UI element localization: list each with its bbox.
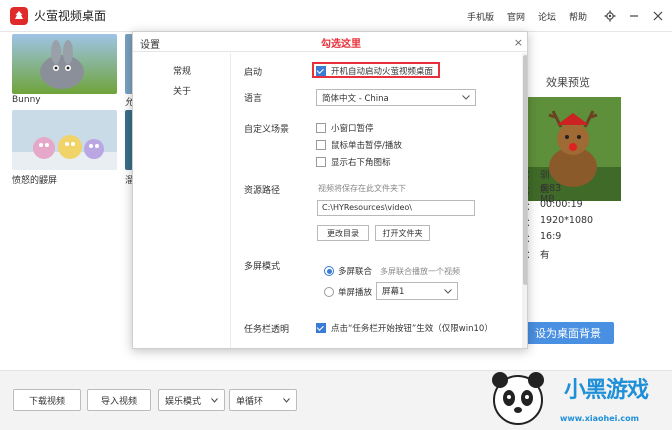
dialog-title: 设置: [140, 40, 160, 51]
multiscreen-joint-label: 多屏联合: [338, 267, 373, 277]
chevron-down-icon: [462, 95, 470, 100]
loop-select[interactable]: 单循环: [229, 389, 297, 411]
click-pause-label: 鼠标单击暂停/播放: [331, 141, 402, 151]
nav-mobile-link[interactable]: 手机版: [467, 10, 494, 23]
language-select-value: 简体中文 - China: [322, 93, 389, 104]
screen-select[interactable]: 屏幕1: [376, 282, 458, 300]
taskbar-transparent-option: 点击“任务栏开始按钮”生效（仅限win10）: [331, 324, 493, 334]
close-window-icon[interactable]: [648, 6, 668, 26]
video-label: 愤怒的鼹屏: [12, 176, 58, 186]
settings-sidebar: 常规 关于: [133, 53, 231, 348]
annotation-note: 勾选这里: [321, 39, 361, 50]
open-folder-button[interactable]: 打开文件夹: [375, 225, 430, 241]
tray-icon-checkbox[interactable]: [316, 157, 326, 167]
multiscreen-joint-radio[interactable]: [324, 266, 334, 276]
nav-help-link[interactable]: 帮助: [569, 10, 587, 23]
dialog-scrollbar[interactable]: [522, 53, 527, 348]
taskbar-transparent-checkbox[interactable]: [316, 323, 326, 333]
scrollbar-thumb[interactable]: [523, 55, 527, 285]
top-nav: 手机版 官网 论坛 帮助: [467, 0, 672, 32]
single-screen-radio[interactable]: [324, 287, 334, 297]
tray-icon-row[interactable]: 显示右下角图标: [316, 156, 391, 168]
tab-general[interactable]: 常规: [133, 64, 231, 80]
minimize-icon[interactable]: [624, 6, 644, 26]
multiscreen-joint-hint: 多屏联合播放一个视频: [380, 266, 461, 276]
single-screen-row[interactable]: 单屏播放: [324, 286, 372, 298]
import-video-button[interactable]: 导入视频: [87, 389, 151, 411]
watermark-url: www.xiaohei.com: [560, 414, 639, 423]
video-thumbnail-bunny[interactable]: [12, 34, 117, 94]
watermark-text: 小黑游戏: [564, 378, 649, 403]
language-label: 语言: [244, 94, 263, 104]
close-icon[interactable]: ×: [514, 36, 523, 49]
small-window-pause-label: 小窗口暂停: [331, 124, 374, 134]
loop-select-value: 单循环: [236, 396, 264, 407]
autostart-checkbox[interactable]: [316, 66, 326, 76]
click-pause-checkbox[interactable]: [316, 140, 326, 150]
video-thumbnail-birds[interactable]: [12, 110, 117, 170]
small-window-pause-row[interactable]: 小窗口暂停: [316, 122, 374, 134]
startup-label: 启动: [244, 68, 263, 78]
dialog-header: 设置 勾选这里 ×: [133, 32, 527, 52]
resource-path-input[interactable]: C:\HYResources\video\: [317, 200, 475, 216]
preview-title: 效果预览: [546, 76, 590, 89]
mode-select[interactable]: 娱乐模式: [158, 389, 225, 411]
settings-dialog: 设置 勾选这里 × 常规 关于 启动 开机自动启动火萤视频桌面 语言 简体中文 …: [132, 31, 528, 349]
app-logo-icon: [10, 6, 28, 25]
resource-path-label: 资源路径: [244, 186, 281, 196]
set-wallpaper-button[interactable]: 设为桌面背景: [522, 322, 614, 344]
small-window-pause-checkbox[interactable]: [316, 123, 326, 133]
multiscreen-joint-row[interactable]: 多屏联合 多屏联合播放一个视频: [324, 265, 460, 277]
autostart-label: 开机自动启动火萤视频桌面: [331, 67, 434, 77]
multiscreen-label: 多屏模式: [244, 262, 281, 272]
resource-path-hint: 视频将保存在此文件夹下: [318, 184, 406, 193]
taskbar-transparent-row[interactable]: 点击“任务栏开始按钮”生效（仅限win10）: [316, 322, 493, 334]
chevron-down-icon: [211, 397, 218, 403]
nav-official-link[interactable]: 官网: [507, 10, 525, 23]
mode-select-value: 娱乐模式: [165, 396, 202, 407]
custom-scene-label: 自定义场景: [244, 125, 290, 135]
change-directory-button[interactable]: 更改目录: [317, 225, 369, 241]
autostart-checkbox-row[interactable]: 开机自动启动火萤视频桌面: [316, 65, 433, 77]
language-select[interactable]: 简体中文 - China: [316, 89, 476, 106]
settings-content: 启动 开机自动启动火萤视频桌面 语言 简体中文 - China 自定义场景 小窗…: [232, 53, 522, 348]
tray-icon-label: 显示右下角图标: [331, 158, 391, 168]
nav-forum-link[interactable]: 论坛: [538, 10, 556, 23]
screen-select-value: 屏幕1: [382, 287, 405, 297]
taskbar-transparent-label: 任务栏透明: [244, 325, 290, 335]
tab-about[interactable]: 关于: [133, 84, 231, 100]
chevron-down-icon: [283, 397, 290, 403]
video-label: Bunny: [12, 95, 41, 105]
click-pause-row[interactable]: 鼠标单击暂停/播放: [316, 139, 402, 151]
title-bar: 火萤视频桌面 手机版 官网 论坛 帮助: [0, 0, 672, 32]
gear-icon[interactable]: [600, 6, 620, 26]
download-video-button[interactable]: 下载视频: [13, 389, 81, 411]
chevron-down-icon: [444, 288, 452, 294]
app-title: 火萤视频桌面: [34, 9, 107, 23]
single-screen-label: 单屏播放: [338, 288, 373, 298]
